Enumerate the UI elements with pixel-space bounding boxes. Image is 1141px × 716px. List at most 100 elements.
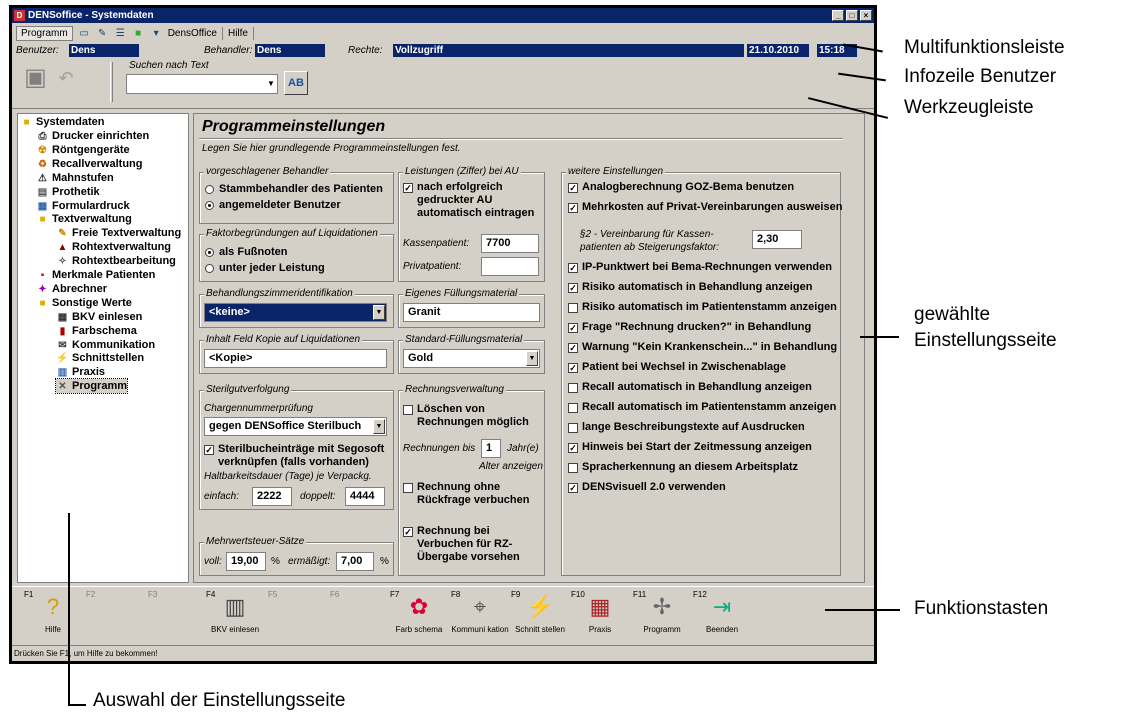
fkey-f7[interactable]: F7 ✿ Farb schema [388,587,450,643]
color-icon[interactable]: ■ [132,28,145,39]
erm-input[interactable]: 7,00 [336,552,374,571]
charge-select[interactable]: gegen DENSoffice Sterilbuch ▼ [204,417,387,436]
notes-icon[interactable]: ☰ [114,28,127,39]
tree-item-formulardruck[interactable]: ▦ Formulardruck [36,199,130,213]
tree-item-sonstige-werte[interactable]: ■ Sonstige Werte [36,296,131,310]
checkbox-weitere-0[interactable]: ✓ [568,183,578,193]
search-input[interactable]: ▼ [126,74,278,94]
tree-item-kommunikation[interactable]: ✉ Kommunikation [56,338,155,352]
tree-item-prothetik[interactable]: ▤ Prothetik [36,185,100,199]
program-menu-button[interactable]: Programm [16,26,73,41]
tree-item-root[interactable]: ■ Systemdaten [20,115,104,129]
std-fuellung-select[interactable]: Gold ▼ [403,349,540,368]
programm-icon: ✕ [58,381,67,393]
checkbox-weitere-2[interactable]: ✓ [568,263,578,273]
checkbox-au[interactable]: ✓ [403,183,413,193]
undo-icon[interactable]: ↶ [54,66,78,90]
tree-item-farbschema[interactable]: ▮ Farbschema [56,324,137,338]
checkbox-loeschen[interactable] [403,405,413,415]
checkbox-weitere-4[interactable] [568,303,578,313]
checkbox-weitere-13[interactable]: ✓ [568,483,578,493]
radio-angemeldeter-benutzer[interactable] [205,201,214,210]
checkbox-weitere-9[interactable] [568,403,578,413]
menu-hilfe[interactable]: Hilfe [228,28,248,39]
menu-bar: Programm ▭ ✎ ☰ ■ ▾ DensOffice Hilfe [12,23,874,44]
checkbox-weitere-7[interactable]: ✓ [568,363,578,373]
checkbox-label: Risiko automatisch in Behandlung anzeige… [582,281,813,293]
checkbox-label: Spracherkennung an diesem Arbeitsplatz [582,461,798,473]
tree-item-recall[interactable]: ♻ Recallverwaltung [36,157,142,171]
minimize-button[interactable]: _ [832,10,844,21]
steigerungsfaktor-input[interactable]: 2,30 [752,230,802,249]
checkbox-weitere-3[interactable]: ✓ [568,283,578,293]
farbschema-icon: ▮ [59,325,66,337]
checkbox-segosoft[interactable]: ✓ [204,445,214,455]
checkbox-weitere-10[interactable] [568,423,578,433]
fkey-f6[interactable]: F6 [328,587,390,643]
radio-fussnoten[interactable] [205,248,214,257]
tree-item-praxis[interactable]: ▥ Praxis [56,365,105,379]
tree-item-abrechner[interactable]: ✦ Abrechner [36,282,107,296]
vereinbarung-label: §2 - Vereinbarung für Kassen-patienten a… [580,229,719,253]
fkey-f10[interactable]: F10 ▦ Praxis [569,587,631,643]
privat-input[interactable] [481,257,539,276]
doppelt-input[interactable]: 4444 [345,487,385,506]
tree-item-label: Farbschema [72,324,137,337]
formulardruck-icon: ▦ [37,200,48,212]
checkbox-weitere-11[interactable]: ✓ [568,443,578,453]
einfach-input[interactable]: 2222 [252,487,292,506]
app-icon: D [14,10,25,21]
checkbox-weitere-6[interactable]: ✓ [568,343,578,353]
checkbox-weitere-12[interactable] [568,463,578,473]
tree-item-drucker[interactable]: ⎙ Drucker einrichten [36,129,150,143]
fkey-f5[interactable]: F5 [266,587,328,643]
checkbox-rz-uebergabe[interactable]: ✓ [403,527,413,537]
dropdown-arrow-icon[interactable]: ▾ [150,28,163,39]
radio-unter-leistung[interactable] [205,264,214,273]
kassen-input[interactable]: 7700 [481,234,539,253]
chevron-down-icon[interactable]: ▼ [373,419,385,434]
tree-item-merkmale[interactable]: ▪ Merkmale Patienten [36,268,156,282]
fkey-f2[interactable]: F2 [84,587,146,643]
settings-tree[interactable]: ■ Systemdaten ⎙ Drucker einrichten ☢ Röntgen… [17,113,189,583]
checkbox-weitere-1[interactable]: ✓ [568,203,578,213]
fkey-f1[interactable]: F1? Hilfe [22,587,84,643]
tree-item-schnittstellen[interactable]: ⚡ Schnittstellen [56,351,144,365]
search-icon[interactable]: AB [284,71,308,95]
zimmer-select[interactable]: <keine> ▼ [204,303,387,322]
tree-item-mahnstufen[interactable]: ⚠ Mahnstufen [36,171,114,185]
tree-item-freie-text[interactable]: ✎ Freie Textverwaltung [56,226,181,240]
kopie-input[interactable]: <Kopie> [204,349,387,368]
tools-icon[interactable]: ✎ [96,28,109,39]
fkey-f3[interactable]: F3 [146,587,208,643]
save-icon[interactable]: ▣ [22,64,49,92]
fuellung-input[interactable]: Granit [403,303,540,322]
tree-item-textverwaltung[interactable]: ■ Textverwaltung [36,212,131,226]
fkey-f9[interactable]: F9 ⚡ Schnitt stellen [509,587,571,643]
bis-input[interactable]: 1 [481,439,501,458]
fkey-f11[interactable]: F11 ✢ Programm [631,587,693,643]
radio-stammbehandler[interactable] [205,185,214,194]
fkey-f12[interactable]: F12 ⇥ Beenden [691,587,753,643]
tree-item-roentgen[interactable]: ☢ Röntgengeräte [36,143,130,157]
chevron-down-icon[interactable]: ▼ [373,305,385,320]
checkbox-label: Analogberechnung GOZ-Bema benutzen [582,181,795,193]
tree-item-bkv[interactable]: ▦ BKV einlesen [56,310,143,324]
checkbox-ohne-rueckfrage[interactable] [403,483,413,493]
voll-input[interactable]: 19,00 [226,552,266,571]
chevron-down-icon[interactable]: ▼ [526,351,538,366]
toolbar-grip[interactable] [110,62,113,102]
chevron-down-icon[interactable]: ▼ [266,78,276,90]
menu-densoffice[interactable]: DensOffice [168,28,217,39]
callout-line [860,336,899,338]
close-button[interactable]: × [860,10,872,21]
checkbox-weitere-8[interactable] [568,383,578,393]
monitor-icon[interactable]: ▭ [78,28,91,39]
tree-item-rohtextbearbeitung[interactable]: ✧ Rohtextbearbeitung [56,254,176,268]
fkey-f4[interactable]: F4 ▥ BKV einlesen [204,587,266,643]
maximize-button[interactable]: □ [846,10,858,21]
fkey-f8[interactable]: F8 ⌖ Kommuni kation [449,587,511,643]
tree-item-programm[interactable]: ✕ Programm [54,378,129,395]
checkbox-weitere-5[interactable]: ✓ [568,323,578,333]
tree-item-rohtext[interactable]: ▲ Rohtextverwaltung [56,240,171,254]
